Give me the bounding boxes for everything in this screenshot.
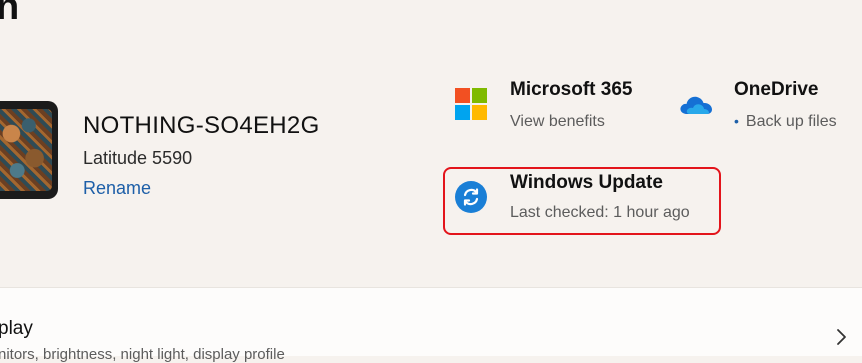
rename-link[interactable]: Rename <box>83 178 151 199</box>
microsoft365-subtitle: View benefits <box>510 113 605 130</box>
microsoft365-title[interactable]: Microsoft 365 <box>510 79 632 101</box>
page-title: n <box>0 0 20 28</box>
onedrive-subtitle-text: Back up files <box>745 113 837 130</box>
onedrive-title[interactable]: OneDrive <box>734 79 818 101</box>
windows-update-subtitle: Last checked: 1 hour ago <box>510 204 690 221</box>
microsoft-logo-icon[interactable] <box>455 88 487 120</box>
sync-arrows-icon <box>463 188 479 206</box>
display-settings-row[interactable]: play nitors, brightness, night light, di… <box>0 287 862 363</box>
sync-icon[interactable] <box>455 181 487 213</box>
chevron-right-icon <box>837 329 846 345</box>
device-thumbnail <box>0 101 58 199</box>
onedrive-subtitle: • Back up files <box>734 113 837 131</box>
display-title: play <box>0 318 33 339</box>
device-name: NOTHING-SO4EH2G <box>83 112 320 139</box>
device-wallpaper-image <box>0 109 52 191</box>
onedrive-cloud-icon[interactable] <box>678 92 714 116</box>
device-model: Latitude 5590 <box>83 148 193 168</box>
status-dot: • <box>734 113 739 129</box>
windows-update-title[interactable]: Windows Update <box>510 172 663 194</box>
